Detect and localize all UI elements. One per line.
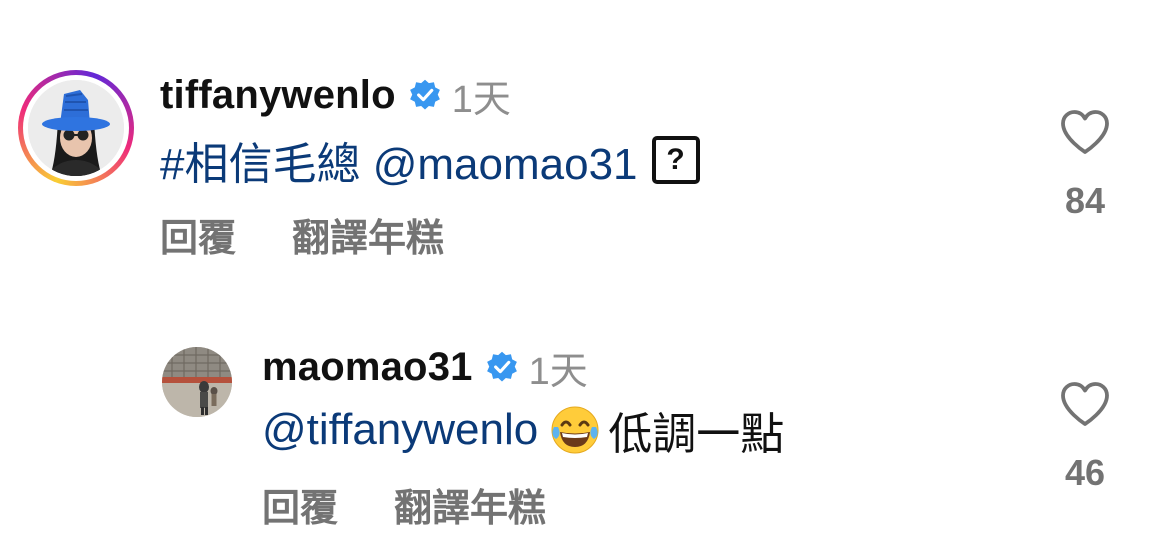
tears-of-joy-emoji (551, 406, 599, 454)
mention-link[interactable]: @tiffanywenlo (262, 405, 538, 454)
story-ring[interactable] (18, 70, 134, 186)
heart-icon[interactable] (1059, 108, 1111, 156)
comment-tiffanywenlo: tiffanywenlo 1天 #相信毛總 @maomao31 ? 回覆 翻譯年… (0, 0, 1170, 290)
reply-button[interactable]: 回覆 (160, 207, 236, 262)
verified-badge-icon (409, 79, 440, 110)
comment-body: #相信毛總 @maomao31 ? (160, 132, 700, 189)
avatar[interactable] (28, 80, 124, 176)
like-area: 46 (1055, 380, 1115, 494)
comment-header: tiffanywenlo 1天 (160, 70, 511, 121)
username[interactable]: maomao31 (262, 345, 473, 390)
like-area: 84 (1055, 108, 1115, 222)
timestamp: 1天 (451, 78, 511, 121)
avatar-image (162, 347, 232, 417)
translate-button[interactable]: 翻譯年糕 (292, 207, 444, 262)
like-count: 84 (1064, 180, 1106, 221)
heart-icon[interactable] (1059, 380, 1111, 428)
timestamp: 1天 (528, 350, 588, 393)
avatar-image (28, 80, 124, 176)
username[interactable]: tiffanywenlo (160, 73, 396, 118)
question-box-icon: ? (651, 136, 700, 184)
comments-thread: tiffanywenlo 1天 #相信毛總 @maomao31 ? 回覆 翻譯年… (0, 0, 1170, 554)
avatar[interactable] (162, 347, 232, 417)
comment-body: @tiffanywenlo 低調一點 (262, 402, 784, 459)
comment-text: 低調一點 (608, 410, 785, 459)
comment-header: maomao31 1天 (262, 344, 588, 393)
reply-button[interactable]: 回覆 (262, 477, 338, 532)
hashtag-link[interactable]: #相信毛總 (160, 140, 360, 189)
verified-badge-icon (486, 351, 517, 382)
comment-maomao31: maomao31 1天 @tiffanywenlo 低調一點 回覆 翻譯年糕 4… (0, 290, 1170, 554)
translate-button[interactable]: 翻譯年糕 (394, 477, 546, 532)
mention-link[interactable]: @maomao31 (373, 140, 638, 189)
avatar-ring-gap (23, 75, 129, 181)
comment-actions: 回覆 翻譯年糕 (160, 206, 500, 262)
comment-actions: 回覆 翻譯年糕 (262, 476, 602, 532)
like-count: 46 (1064, 452, 1106, 493)
